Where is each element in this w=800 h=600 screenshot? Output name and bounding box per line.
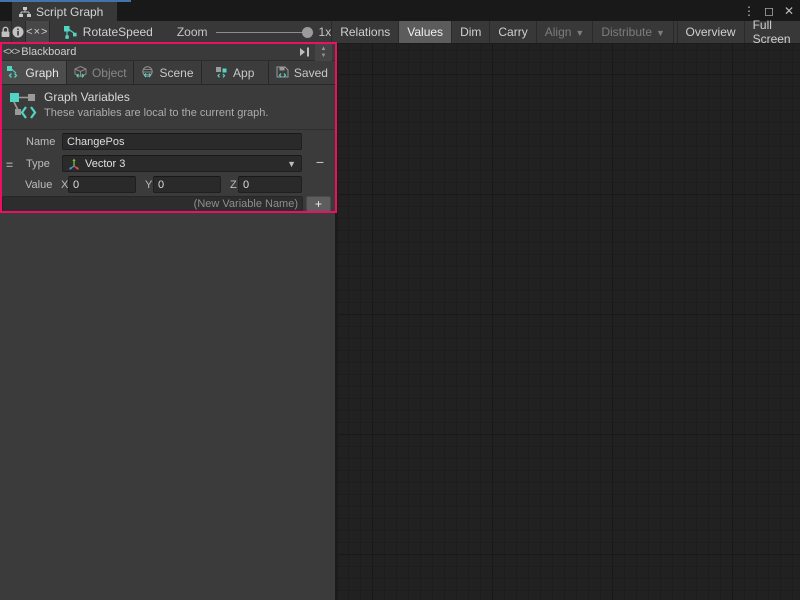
value-label: Value xyxy=(25,179,52,191)
blackboard-panel: <×> Blackboard ▲ ▼ Graph xyxy=(0,44,335,600)
add-variable-button[interactable]: + xyxy=(306,196,331,212)
align-dropdown[interactable]: Align ▼ xyxy=(536,21,593,43)
blackboard-toggle-button[interactable]: <×> xyxy=(26,21,50,43)
dock-panel-icon[interactable] xyxy=(299,47,311,57)
graph-variables-info: Graph Variables These variables are loca… xyxy=(0,85,335,129)
script-graph-tab[interactable]: Script Graph xyxy=(12,2,117,21)
y-value-input[interactable] xyxy=(153,176,221,193)
unity-script-graph-window: Script Graph ⋮ ◻ ✕ <×> xyxy=(0,0,800,600)
panel-scroll-buttons: ▲ ▼ xyxy=(315,44,332,61)
graph-tab-icon xyxy=(7,66,20,79)
graph-variables-icon xyxy=(9,90,37,122)
drag-handle[interactable]: = xyxy=(6,158,13,172)
name-label: Name xyxy=(26,136,55,148)
maximize-icon[interactable]: ◻ xyxy=(762,4,776,18)
tab-saved[interactable]: Saved xyxy=(269,61,335,84)
tab-title: Script Graph xyxy=(36,5,103,19)
zoom-level: 1x xyxy=(319,25,332,39)
menu-icon[interactable]: ⋮ xyxy=(742,4,756,18)
vector3-icon xyxy=(68,158,80,170)
tab-scene[interactable]: Scene xyxy=(134,61,200,84)
dim-button[interactable]: Dim xyxy=(451,21,489,43)
saved-tab-icon xyxy=(276,66,289,79)
zoom-slider-handle[interactable] xyxy=(302,27,313,38)
z-value-input[interactable] xyxy=(238,176,302,193)
lock-icon xyxy=(0,26,11,38)
type-value: Vector 3 xyxy=(85,158,282,170)
chevron-down-icon: ▼ xyxy=(287,159,296,169)
overview-button[interactable]: Overview xyxy=(677,21,744,43)
new-variable-input[interactable] xyxy=(2,196,303,212)
type-dropdown[interactable]: Vector 3 ▼ xyxy=(62,155,302,172)
blackboard-header: <×> Blackboard ▲ ▼ xyxy=(0,44,335,61)
close-icon[interactable]: ✕ xyxy=(782,4,796,18)
chevron-down-icon: ▼ xyxy=(656,28,665,38)
scroll-up-icon[interactable]: ▲ xyxy=(321,46,327,53)
graph-node-icon xyxy=(64,26,77,39)
graph-canvas-grid[interactable] xyxy=(335,44,800,600)
distribute-dropdown[interactable]: Distribute ▼ xyxy=(592,21,673,43)
tab-app[interactable]: App xyxy=(202,61,268,84)
title-bar: Script Graph ⋮ ◻ ✕ xyxy=(0,0,800,21)
values-button[interactable]: Values xyxy=(398,21,451,43)
app-tab-icon xyxy=(215,66,228,79)
variable-name-input[interactable] xyxy=(62,133,302,150)
tab-object[interactable]: Object xyxy=(67,61,133,84)
graph-name-label: RotateSpeed xyxy=(83,25,153,39)
object-tab-icon xyxy=(74,66,87,79)
zoom-label: Zoom xyxy=(177,25,208,39)
fullscreen-button[interactable]: Full Screen xyxy=(744,21,800,43)
zoom-slider[interactable] xyxy=(216,32,311,33)
scene-tab-icon xyxy=(141,66,154,79)
z-label: Z xyxy=(230,179,237,191)
graph-toolbar: <×> RotateSpeed Zoom 1x Relations Values xyxy=(0,21,800,44)
chevron-down-icon: ▼ xyxy=(575,28,584,38)
info-button[interactable] xyxy=(12,21,26,43)
blackboard-title: Blackboard xyxy=(21,46,76,58)
relations-button[interactable]: Relations xyxy=(331,21,398,43)
x-value-input[interactable] xyxy=(68,176,136,193)
type-label: Type xyxy=(26,158,50,170)
tab-graph[interactable]: Graph xyxy=(0,61,66,84)
info-icon xyxy=(12,26,24,38)
section-description: These variables are local to the current… xyxy=(44,107,268,119)
blackboard-tab-bar: Graph Object Scene xyxy=(0,61,335,85)
carry-button[interactable]: Carry xyxy=(489,21,535,43)
scroll-down-icon[interactable]: ▼ xyxy=(321,53,327,60)
section-divider xyxy=(0,129,335,130)
blackboard-glyph-icon: <×> xyxy=(3,46,19,58)
graph-reference[interactable]: RotateSpeed xyxy=(50,21,165,43)
toolbar-right-group: Relations Values Dim Carry Align ▼ Distr… xyxy=(331,21,800,43)
section-title: Graph Variables xyxy=(44,90,130,104)
script-graph-icon xyxy=(19,6,31,18)
remove-variable-button[interactable]: − xyxy=(309,154,331,172)
y-label: Y xyxy=(145,179,152,191)
lock-button[interactable] xyxy=(0,21,12,43)
zoom-control: Zoom 1x xyxy=(165,21,331,43)
